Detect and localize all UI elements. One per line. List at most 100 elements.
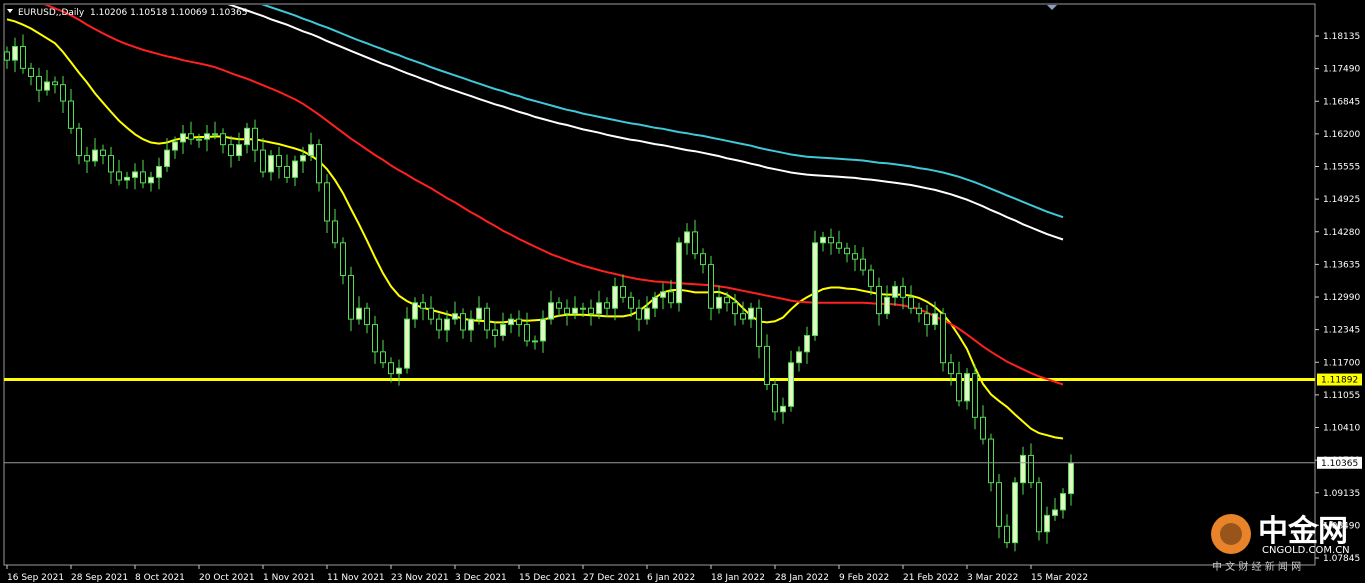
candle-body: [972, 373, 978, 418]
candle-body: [692, 231, 698, 255]
candle-body: [332, 220, 338, 244]
chart-background: [0, 0, 1365, 583]
x-tick-label: 28 Jan 2022: [775, 573, 829, 583]
candle-body: [1004, 525, 1010, 544]
candle-body: [68, 100, 74, 129]
candle-body: [164, 149, 170, 167]
candle-body: [1020, 454, 1026, 484]
candle-body: [588, 307, 594, 315]
candle-body: [876, 285, 882, 315]
x-tick-label: 6 Jan 2022: [647, 573, 695, 583]
candle-body: [884, 296, 890, 315]
y-tick-label: 1.16200: [1323, 130, 1360, 140]
y-tick-label: 1.14925: [1323, 195, 1360, 205]
candle-body: [156, 165, 162, 178]
x-tick-label: 15 Mar 2022: [1031, 573, 1088, 583]
candle-body: [540, 318, 546, 342]
candle-body: [572, 307, 578, 315]
candle-body: [660, 291, 666, 298]
chart-window: 1.18135 1.17490 1.16845 1.16200 1.15555 1.149…: [0, 0, 1365, 583]
candle-body: [188, 133, 194, 140]
candle-body: [100, 149, 106, 157]
candle-body: [316, 144, 322, 184]
candle-body: [268, 155, 274, 173]
candle-body: [460, 313, 466, 331]
y-tick-label: 1.09135: [1323, 489, 1360, 499]
candle-body: [700, 253, 706, 266]
candle-body: [1052, 509, 1058, 516]
watermark-en: CNGOLD.COM.CN: [1262, 545, 1350, 556]
candle-body: [52, 81, 58, 86]
candle-body: [1028, 454, 1034, 484]
candle-body: [676, 242, 682, 304]
x-tick-label: 1 Nov 2021: [263, 573, 315, 583]
x-tick-label: 20 Oct 2021: [199, 573, 255, 583]
candle-body: [36, 76, 42, 91]
candle-body: [748, 307, 754, 320]
y-tick-label: 1.18135: [1323, 32, 1360, 42]
y-tick-label: 1.12990: [1323, 293, 1360, 303]
candle-body: [1060, 493, 1066, 511]
candle-body: [252, 127, 258, 151]
candle-body: [108, 155, 114, 173]
candle-body: [756, 307, 762, 347]
x-tick-label: 15 Dec 2021: [519, 573, 577, 583]
candle-body: [124, 176, 130, 181]
x-tick-label: 27 Dec 2021: [583, 573, 641, 583]
candle-body: [444, 318, 450, 331]
candle-body: [716, 296, 722, 309]
candle-body: [988, 438, 994, 484]
candle-body: [292, 160, 298, 178]
candle-body: [396, 367, 402, 375]
candle-body: [932, 313, 938, 326]
candle-body: [148, 176, 154, 184]
candle-body: [516, 318, 522, 326]
candle-body: [908, 296, 914, 309]
symbol-title: EURUSD,,Daily: [18, 8, 85, 18]
candle-body: [732, 302, 738, 315]
candle-body: [92, 149, 98, 162]
candle-body: [684, 231, 690, 244]
x-tick-label: 16 Sep 2021: [7, 573, 64, 583]
candle-body: [892, 285, 898, 298]
candle-body: [1068, 462, 1074, 495]
candle-body: [580, 307, 586, 310]
candle-body: [956, 373, 962, 402]
candle-body: [652, 296, 658, 309]
y-tick-label: 1.10410: [1323, 424, 1360, 434]
candle-body: [388, 362, 394, 375]
price-chart[interactable]: 1.18135 1.17490 1.16845 1.16200 1.15555 1.149…: [0, 0, 1365, 583]
candle-body: [60, 84, 66, 102]
candle-body: [468, 318, 474, 331]
candle-body: [140, 171, 146, 184]
x-tick-label: 21 Feb 2022: [903, 573, 959, 583]
y-tick-label: 1.17490: [1323, 65, 1360, 75]
candle-body: [524, 324, 530, 342]
y-tick-label: 1.16845: [1323, 97, 1360, 107]
candle-body: [548, 302, 554, 320]
y-tick-label: 1.11700: [1323, 358, 1360, 368]
x-tick-label: 3 Mar 2022: [967, 573, 1018, 583]
x-tick-label: 9 Feb 2022: [839, 573, 889, 583]
candle-body: [484, 307, 490, 331]
candle-body: [364, 307, 370, 326]
candle-body: [404, 318, 410, 369]
candle-body: [12, 46, 18, 61]
candle-body: [532, 340, 538, 343]
candle-body: [380, 351, 386, 364]
candle-body: [780, 405, 786, 413]
candle-body: [476, 307, 482, 320]
candle-body: [436, 318, 442, 331]
candle-body: [556, 302, 562, 309]
candle-body: [996, 482, 1002, 527]
candle-body: [244, 127, 250, 146]
y-tick-label: 1.13635: [1323, 260, 1360, 270]
candle-body: [180, 133, 186, 143]
candle-body: [44, 81, 50, 91]
candle-body: [220, 133, 226, 146]
candle-body: [492, 329, 498, 336]
y-tick-label: 1.12345: [1323, 326, 1360, 336]
candle-body: [900, 285, 906, 298]
candle-body: [372, 324, 378, 353]
candle-body: [612, 285, 618, 309]
